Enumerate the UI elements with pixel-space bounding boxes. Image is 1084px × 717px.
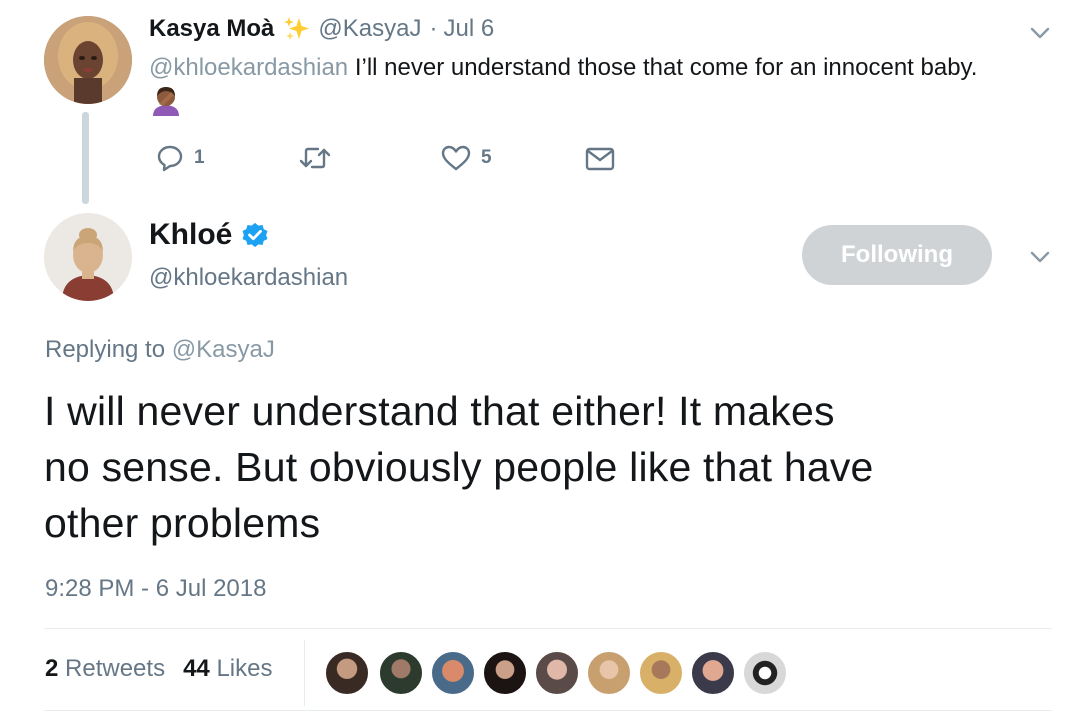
stats-separator [304,640,305,706]
author-name-row: Khloé [149,216,270,254]
tweet-text-line: other problems [44,500,321,546]
reply-header: Kasya Moà @KasyaJ · Jul 6 [149,14,494,44]
divider-top [44,628,1052,629]
reply-icon [156,144,184,172]
mention-link[interactable]: @khloekardashian [149,54,348,81]
tweet-text-line: no sense. But obviously people like that… [44,444,874,490]
following-button[interactable]: Following [802,225,992,285]
liker-avatar[interactable] [586,650,632,696]
tweet-stats: 2 Retweets 44 Likes [45,655,272,683]
liker-avatar[interactable] [324,650,370,696]
chevron-down-icon[interactable] [1027,20,1053,46]
facepalm-emoji-icon [151,84,181,116]
retweets-label: Retweets [65,655,166,682]
separator: · [429,15,438,42]
retweets-count: 2 [45,655,59,682]
like-action[interactable]: 5 [441,144,492,172]
liker-avatar[interactable] [482,650,528,696]
replying-prefix: Replying to [45,336,166,363]
liker-avatar[interactable] [378,650,424,696]
avatar-kasya[interactable] [44,16,132,104]
tweet-text: I will never understand that either! It … [44,383,1064,551]
display-name[interactable]: Kasya Moà [149,15,274,43]
liker-avatar[interactable] [534,650,580,696]
replying-to-link[interactable]: @KasyaJ [172,336,275,363]
liker-avatar[interactable] [430,650,476,696]
liker-avatar[interactable] [742,650,788,696]
verified-badge-icon [240,220,270,250]
envelope-icon [585,146,615,172]
chevron-down-icon[interactable] [1027,244,1053,270]
likes-count: 44 [183,655,210,682]
sparkles-icon [282,14,312,44]
retweet-action[interactable] [299,144,341,172]
retweets-stat[interactable]: 2 Retweets [45,655,165,683]
like-count: 5 [481,147,492,168]
liker-avatar[interactable] [638,650,684,696]
replying-to: Replying to @KasyaJ [45,336,275,364]
heart-icon [441,144,471,172]
retweet-icon [299,144,331,172]
author-handle[interactable]: @khloekardashian [149,264,348,292]
thread-connector [82,112,89,204]
tweet-text-line: I will never understand that either! It … [44,388,835,434]
author-display-name[interactable]: Khloé [149,218,232,252]
likes-stat[interactable]: 44 Likes [183,655,272,683]
liker-avatar[interactable] [690,650,736,696]
tweet-date[interactable]: Jul 6 [443,15,494,43]
avatar-khloe[interactable] [44,213,132,301]
reply-body: I’ll never understand those that come fo… [354,54,978,81]
divider-bottom [44,710,1052,711]
reply-action[interactable]: 1 [156,144,205,172]
reply-text: @khloekardashian I’ll never understand t… [149,52,1049,84]
tweet-timestamp[interactable]: 9:28 PM - 6 Jul 2018 [45,575,266,603]
direct-message-action[interactable] [585,146,615,172]
likes-label: Likes [216,655,273,682]
handle[interactable]: @KasyaJ [318,15,421,43]
reply-count: 1 [194,147,205,168]
